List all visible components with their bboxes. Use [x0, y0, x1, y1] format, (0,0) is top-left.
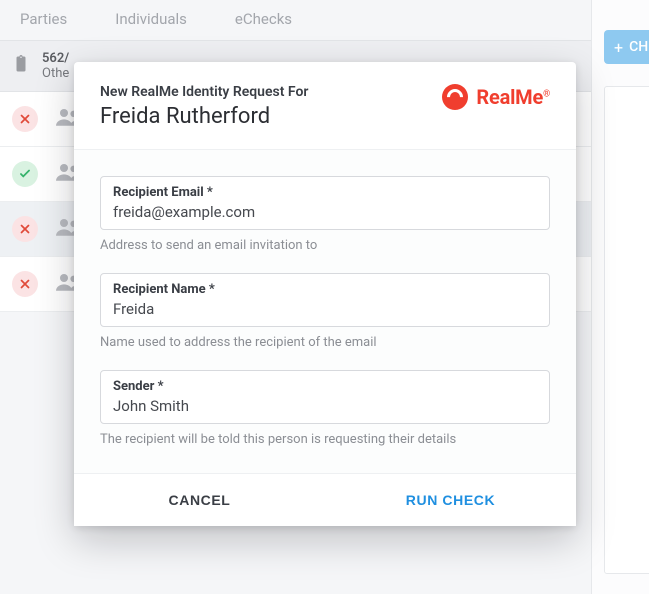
- modal-person-name: Freida Rutherford: [100, 104, 308, 129]
- identity-request-modal: New RealMe Identity Request For Freida R…: [74, 62, 576, 526]
- sender-input[interactable]: [113, 397, 537, 415]
- field-hint: Address to send an email invitation to: [100, 238, 550, 253]
- field-label: Recipient Email *: [113, 185, 537, 200]
- clipboard-icon: [12, 55, 30, 77]
- matter-meta: 562/ Othe: [42, 51, 69, 81]
- tab-individuals[interactable]: Individuals: [115, 10, 187, 28]
- modal-subtitle: New RealMe Identity Request For: [100, 84, 308, 100]
- status-success-icon: [12, 161, 38, 187]
- field-label: Recipient Name *: [113, 282, 537, 297]
- field-label: Sender *: [113, 379, 537, 394]
- run-check-button[interactable]: RUN CHECK: [325, 474, 576, 526]
- new-check-button[interactable]: + CH: [604, 30, 649, 64]
- realme-brand-text: RealMe®: [476, 85, 550, 109]
- plus-icon: +: [614, 38, 623, 57]
- right-column: + CH: [591, 0, 649, 594]
- field-recipient-email: Recipient Email * Address to send an ema…: [100, 176, 550, 253]
- input-wrap[interactable]: Recipient Name *: [100, 273, 550, 327]
- new-check-label: CH: [629, 39, 648, 55]
- status-error-icon: [12, 106, 38, 132]
- field-hint: The recipient will be told this person i…: [100, 432, 550, 447]
- realme-logo-icon: [442, 84, 468, 110]
- field-sender: Sender * The recipient will be told this…: [100, 370, 550, 447]
- cancel-button[interactable]: CANCEL: [74, 474, 325, 526]
- realme-brand: RealMe®: [442, 84, 550, 110]
- matter-sub: Othe: [42, 66, 69, 81]
- modal-title-block: New RealMe Identity Request For Freida R…: [100, 84, 308, 129]
- recipient-email-input[interactable]: [113, 203, 537, 221]
- input-wrap[interactable]: Recipient Email *: [100, 176, 550, 230]
- status-error-icon: [12, 216, 38, 242]
- tab-echecks[interactable]: eChecks: [235, 10, 292, 28]
- modal-footer: CANCEL RUN CHECK: [74, 473, 576, 526]
- field-recipient-name: Recipient Name * Name used to address th…: [100, 273, 550, 350]
- tabs-row: Parties Individuals eChecks: [0, 0, 649, 40]
- field-hint: Name used to address the recipient of th…: [100, 335, 550, 350]
- right-panel: [604, 86, 649, 574]
- recipient-name-input[interactable]: [113, 300, 537, 318]
- status-error-icon: [12, 271, 38, 297]
- modal-header: New RealMe Identity Request For Freida R…: [74, 62, 576, 150]
- matter-number: 562/: [42, 51, 69, 66]
- tab-parties[interactable]: Parties: [20, 10, 67, 28]
- input-wrap[interactable]: Sender *: [100, 370, 550, 424]
- modal-body: Recipient Email * Address to send an ema…: [74, 150, 576, 473]
